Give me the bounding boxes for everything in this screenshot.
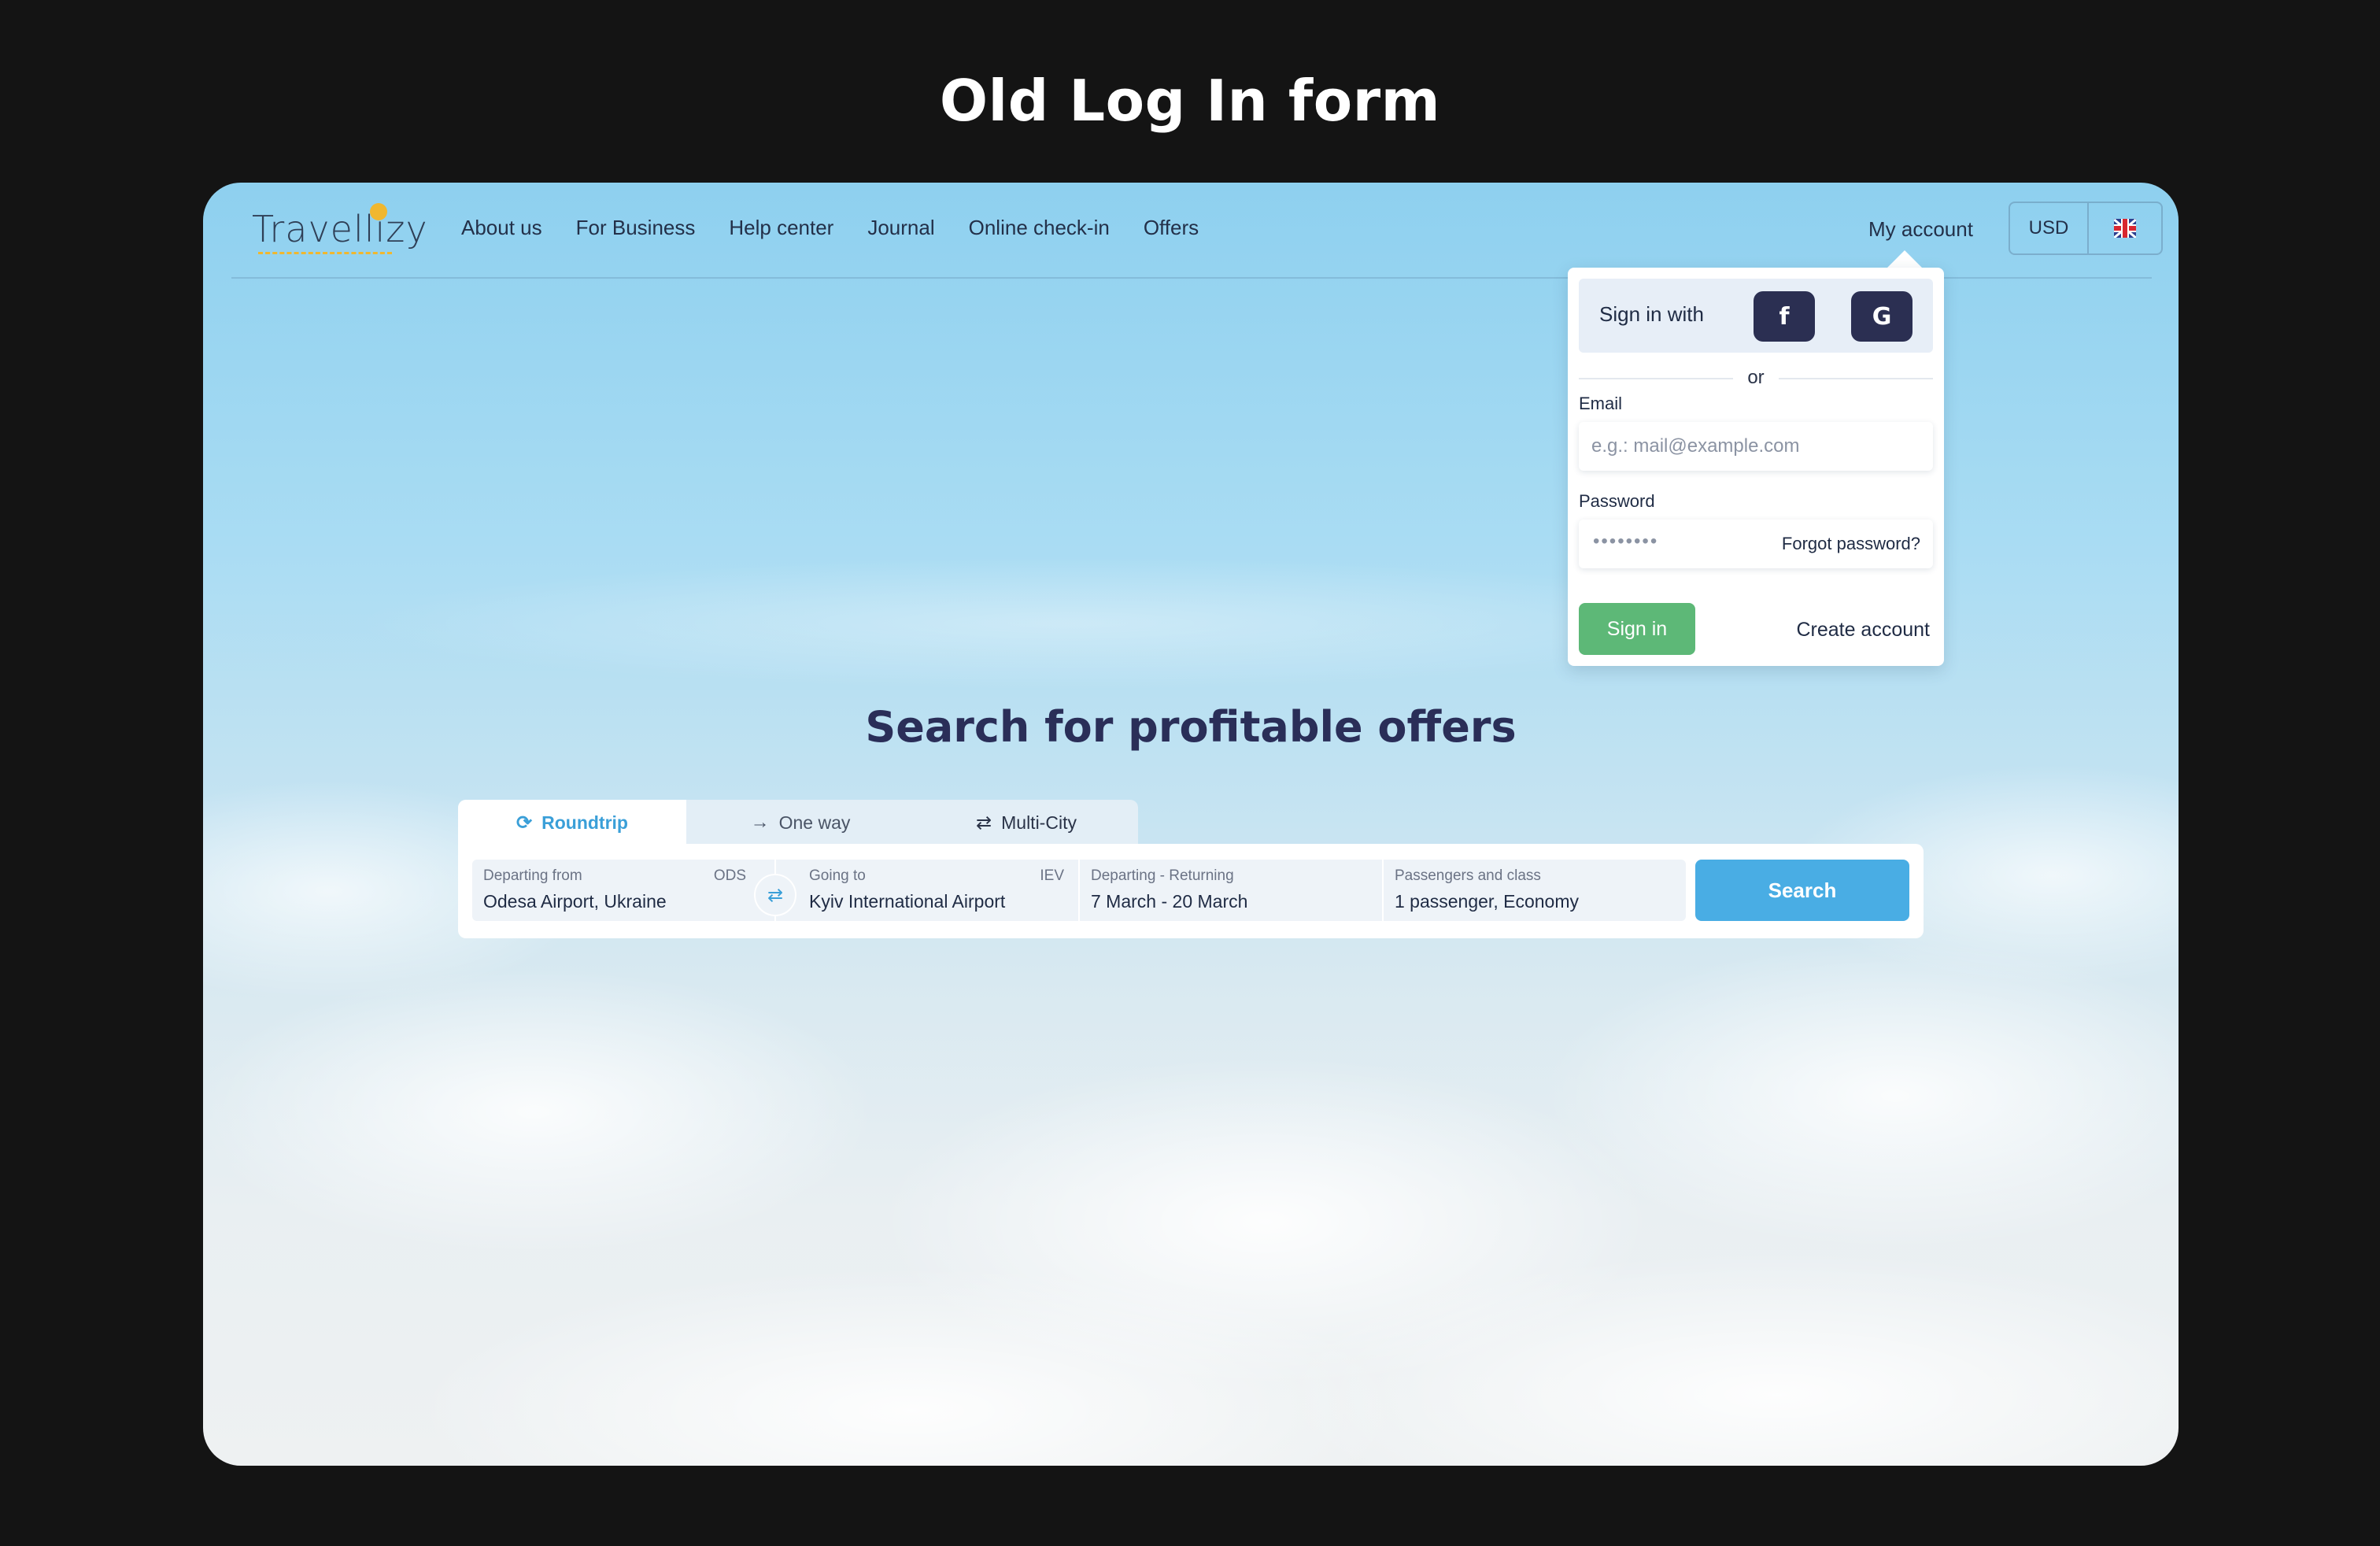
swap-arrows-icon: ⇄ bbox=[976, 812, 992, 834]
logo[interactable]: Travellizy bbox=[252, 203, 427, 258]
flight-search-form: Departing from ODS Odesa Airport, Ukrain… bbox=[458, 844, 1924, 938]
or-divider: or bbox=[1579, 367, 1933, 390]
nav-offers[interactable]: Offers bbox=[1144, 216, 1199, 240]
logo-sun-icon bbox=[370, 203, 387, 220]
currency-language-switcher: USD bbox=[2009, 202, 2163, 255]
hero-title: Search for profitable offers bbox=[865, 702, 1517, 752]
tab-roundtrip[interactable]: ⟳ Roundtrip bbox=[458, 800, 686, 845]
trip-type-tabs: ⟳ Roundtrip → One way ⇄ Multi-City bbox=[458, 800, 1138, 845]
page-heading: Old Log In form bbox=[939, 68, 1441, 134]
forgot-password-link[interactable]: Forgot password? bbox=[1782, 534, 1920, 554]
create-account-link[interactable]: Create account bbox=[1796, 619, 1930, 642]
nav-journal[interactable]: Journal bbox=[867, 216, 934, 240]
going-to-label: Going to bbox=[809, 867, 866, 884]
refresh-icon: ⟳ bbox=[516, 812, 533, 834]
departing-from-field[interactable]: Departing from ODS Odesa Airport, Ukrain… bbox=[472, 860, 774, 921]
nav-help-center[interactable]: Help center bbox=[729, 216, 833, 240]
social-sign-in: Sign in with f G bbox=[1579, 279, 1933, 353]
language-selector[interactable] bbox=[2089, 203, 2161, 253]
arrow-right-icon: → bbox=[750, 812, 770, 833]
going-to-value: Kyiv International Airport bbox=[809, 891, 1006, 912]
search-button[interactable]: Search bbox=[1695, 860, 1909, 921]
sign-in-with-label: Sign in with bbox=[1599, 302, 1704, 326]
my-account-link[interactable]: My account bbox=[1868, 217, 1973, 242]
swap-locations-button[interactable]: ⇄ bbox=[754, 874, 796, 916]
nav-online-check-in[interactable]: Online check-in bbox=[969, 216, 1110, 240]
tab-one-way[interactable]: → One way bbox=[686, 800, 915, 845]
top-navbar: Travellizy About us For Business Help ce… bbox=[231, 183, 2163, 279]
tab-multi-city[interactable]: ⇄ Multi-City bbox=[915, 800, 1138, 845]
swap-icon: ⇄ bbox=[767, 884, 784, 906]
nav-links: About us For Business Help center Journa… bbox=[461, 216, 1232, 240]
facebook-icon: f bbox=[1779, 302, 1790, 331]
tab-one-way-label: One way bbox=[778, 812, 851, 833]
dropdown-caret bbox=[1886, 250, 1924, 269]
email-field-wrapper bbox=[1579, 422, 1933, 471]
tab-multi-city-label: Multi-City bbox=[1001, 812, 1077, 833]
going-airport-code: IEV bbox=[1040, 867, 1064, 884]
logo-flightpath bbox=[258, 252, 392, 254]
email-label: Email bbox=[1579, 394, 1623, 413]
going-to-field[interactable]: Going to IEV Kyiv International Airport bbox=[776, 860, 1078, 921]
email-field[interactable] bbox=[1579, 422, 1933, 471]
dates-label: Departing - Returning bbox=[1091, 867, 1234, 884]
google-sign-in-button[interactable]: G bbox=[1851, 291, 1913, 342]
uk-flag-icon bbox=[2114, 219, 2136, 238]
passengers-value: 1 passenger, Economy bbox=[1395, 891, 1579, 912]
tab-roundtrip-label: Roundtrip bbox=[541, 812, 628, 833]
currency-selector[interactable]: USD bbox=[2010, 203, 2089, 253]
password-field[interactable]: •••••••• Forgot password? bbox=[1579, 520, 1933, 568]
login-dropdown: Sign in with f G or Email Password •••••… bbox=[1568, 268, 1944, 666]
password-value: •••••••• bbox=[1593, 531, 1659, 552]
or-text: or bbox=[1747, 367, 1765, 388]
sign-in-button[interactable]: Sign in bbox=[1579, 603, 1695, 655]
departing-from-label: Departing from bbox=[483, 867, 582, 884]
departing-from-value: Odesa Airport, Ukraine bbox=[483, 891, 667, 912]
nav-about-us[interactable]: About us bbox=[461, 216, 542, 240]
passengers-class-field[interactable]: Passengers and class 1 passenger, Econom… bbox=[1384, 860, 1686, 921]
app-window: Travellizy About us For Business Help ce… bbox=[203, 183, 2179, 1466]
logo-text: Travellizy bbox=[252, 208, 428, 250]
dates-field[interactable]: Departing - Returning 7 March - 20 March bbox=[1080, 860, 1382, 921]
nav-for-business[interactable]: For Business bbox=[576, 216, 696, 240]
facebook-sign-in-button[interactable]: f bbox=[1754, 291, 1815, 342]
departing-airport-code: ODS bbox=[713, 867, 746, 884]
dates-value: 7 March - 20 March bbox=[1091, 891, 1248, 912]
passengers-label: Passengers and class bbox=[1395, 867, 1541, 884]
google-icon: G bbox=[1872, 302, 1892, 331]
password-label: Password bbox=[1579, 491, 1655, 511]
